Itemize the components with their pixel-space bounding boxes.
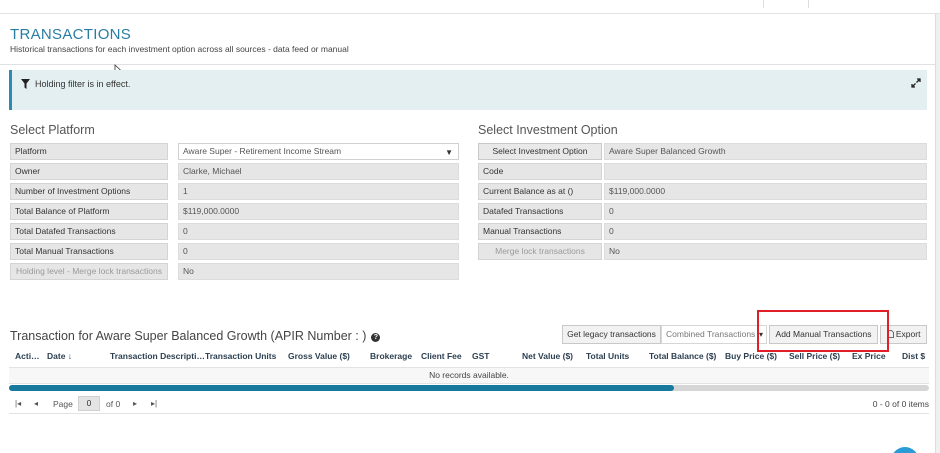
datafed-total-value: 0 [178, 223, 459, 240]
manual-label: Manual Transactions [478, 223, 602, 240]
filter-banner: Holding filter is in effect. [9, 70, 927, 110]
topbar-divider [808, 0, 809, 8]
file-icon [886, 330, 894, 338]
code-value [604, 163, 927, 180]
merge-lock-row: Merge lock transactions No [478, 243, 927, 260]
filter-banner-text: Holding filter is in effect. [35, 79, 131, 89]
no-records-message: No records available. [9, 367, 929, 384]
holding-merge-lock-row: Holding level - Merge lock transactions … [10, 263, 459, 280]
col-brokerage[interactable]: Brokerage [370, 351, 412, 361]
page-scrollbar[interactable] [935, 14, 940, 453]
col-total-balance[interactable]: Total Balance ($) [649, 351, 716, 361]
platform-select-value: Aware Super - Retirement Income Stream [183, 146, 342, 156]
transactions-title-text: Transaction for Aware Super Balanced Gro… [10, 329, 367, 343]
col-date[interactable]: Date ↓ [47, 351, 72, 361]
add-manual-transactions-button[interactable]: Add Manual Transactions [769, 325, 878, 344]
current-balance-row: Current Balance as at () $119,000.0000 [478, 183, 927, 200]
col-actions[interactable]: Acti… [15, 351, 40, 361]
topbar-divider [763, 0, 764, 8]
transaction-view-select[interactable]: Combined Transactions ▾ [661, 325, 767, 344]
pager: |◂ ◂ Page 0 of 0 ▸ ▸| 0 - 0 of 0 items [9, 394, 929, 414]
col-total-units[interactable]: Total Units [586, 351, 629, 361]
page-subtitle: Historical transactions for each investm… [10, 44, 349, 54]
manual-total-value: 0 [178, 243, 459, 260]
col-description[interactable]: Transaction Descripti… [110, 351, 205, 361]
select-platform-title: Select Platform [10, 123, 95, 137]
floating-action-button[interactable] [891, 447, 919, 453]
datafed-total-label: Total Datafed Transactions [10, 223, 168, 240]
current-balance-value: $119,000.0000 [604, 183, 927, 200]
first-page-icon[interactable]: |◂ [15, 399, 21, 408]
investment-count-label: Number of Investment Options [10, 183, 168, 200]
datafed-row: Datafed Transactions 0 [478, 203, 927, 220]
manual-value: 0 [604, 223, 927, 240]
table-horizontal-scrollbar[interactable] [9, 385, 929, 391]
manual-total-row: Total Manual Transactions 0 [10, 243, 459, 260]
owner-value: Clarke, Michael [178, 163, 459, 180]
investment-count-row: Number of Investment Options 1 [10, 183, 459, 200]
help-icon[interactable]: ? [371, 333, 381, 342]
platform-row: Platform Aware Super - Retirement Income… [10, 143, 459, 160]
col-dist[interactable]: Dist $ [902, 351, 925, 361]
manual-total-label: Total Manual Transactions [10, 243, 168, 260]
col-net-value[interactable]: Net Value ($) [522, 351, 573, 361]
page-label: Page [53, 399, 73, 409]
caret-down-icon: ▼ [445, 148, 453, 157]
col-gst[interactable]: GST [472, 351, 489, 361]
page-number-input[interactable]: 0 [78, 396, 100, 411]
code-row: Code [478, 163, 927, 180]
transactions-title: Transaction for Aware Super Balanced Gro… [10, 329, 381, 343]
col-buy-price[interactable]: Buy Price ($) [725, 351, 777, 361]
select-investment-title: Select Investment Option [478, 123, 618, 137]
transaction-view-value: Combined Transactions [666, 329, 756, 339]
expand-icon[interactable] [911, 78, 921, 88]
datafed-label: Datafed Transactions [478, 203, 602, 220]
prev-page-icon[interactable]: ◂ [34, 399, 38, 408]
col-transaction-units[interactable]: Transaction Units [205, 351, 276, 361]
export-button[interactable]: Export [880, 325, 927, 344]
col-ex-price[interactable]: Ex Price [852, 351, 886, 361]
transactions-table-header: Acti… Date ↓ Transaction Descripti… Tran… [9, 348, 929, 365]
datafed-value: 0 [604, 203, 927, 220]
top-bar [0, 0, 940, 14]
platform-balance-label: Total Balance of Platform [10, 203, 168, 220]
header-divider [0, 64, 935, 65]
page-of-label: of 0 [106, 399, 121, 409]
platform-select[interactable]: Aware Super - Retirement Income Stream ▼ [178, 143, 459, 160]
col-gross-value[interactable]: Gross Value ($) [288, 351, 350, 361]
platform-label: Platform [10, 143, 168, 160]
holding-merge-lock-value: No [178, 263, 459, 280]
pager-items-info: 0 - 0 of 0 items [872, 399, 929, 409]
col-sell-price[interactable]: Sell Price ($) [789, 351, 840, 361]
investment-option-row: Select Investment Option Aware Super Bal… [478, 143, 927, 160]
merge-lock-value: No [604, 243, 927, 260]
col-client-fee[interactable]: Client Fee [421, 351, 462, 361]
owner-row: Owner Clarke, Michael [10, 163, 459, 180]
owner-label: Owner [10, 163, 168, 180]
page-title: TRANSACTIONS [10, 26, 132, 43]
current-balance-label: Current Balance as at () [478, 183, 602, 200]
next-page-icon[interactable]: ▸ [133, 399, 137, 408]
filter-icon [21, 79, 30, 89]
holding-merge-lock-label: Holding level - Merge lock transactions [10, 263, 168, 280]
merge-lock-label: Merge lock transactions [478, 243, 602, 260]
manual-row: Manual Transactions 0 [478, 223, 927, 240]
code-label: Code [478, 163, 602, 180]
select-investment-option-button[interactable]: Select Investment Option [478, 143, 602, 160]
get-legacy-transactions-button[interactable]: Get legacy transactions [562, 325, 661, 344]
investment-option-value: Aware Super Balanced Growth [604, 143, 927, 160]
scrollbar-thumb[interactable] [9, 385, 674, 391]
platform-balance-row: Total Balance of Platform $119,000.0000 [10, 203, 459, 220]
export-label: Export [895, 329, 921, 339]
caret-down-icon: ▾ [758, 330, 763, 339]
last-page-icon[interactable]: ▸| [151, 399, 157, 408]
platform-balance-value: $119,000.0000 [178, 203, 459, 220]
datafed-total-row: Total Datafed Transactions 0 [10, 223, 459, 240]
investment-count-value: 1 [178, 183, 459, 200]
